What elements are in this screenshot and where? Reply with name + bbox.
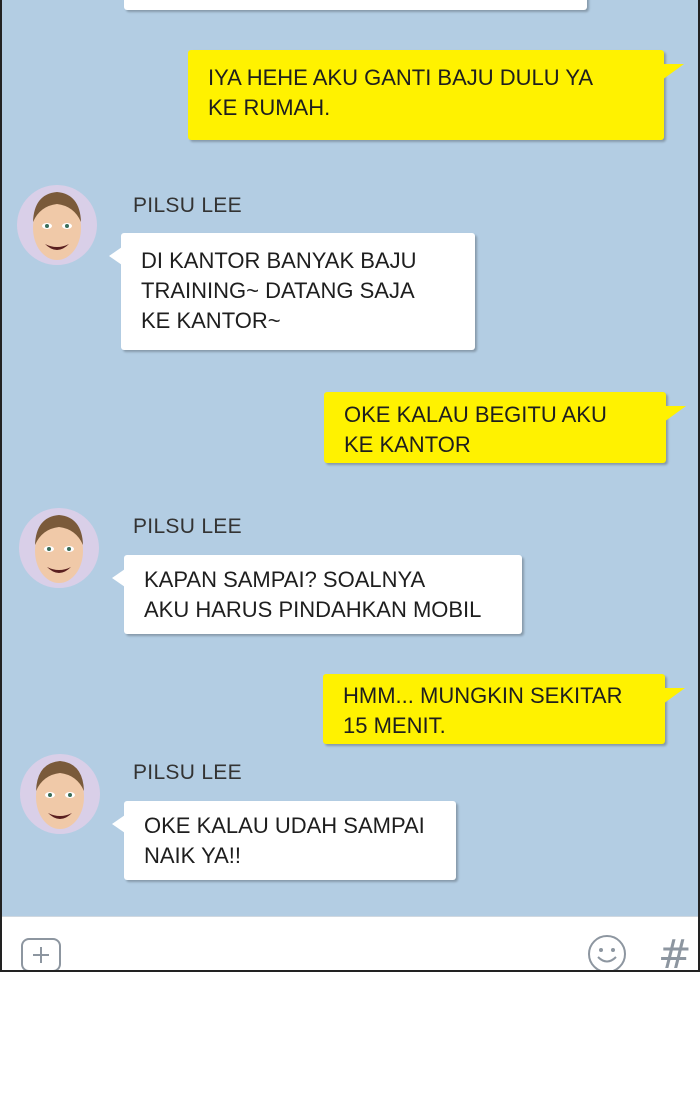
incoming-message[interactable]: OKE KALAU UDAH SAMPAI NAIK YA!! [112,801,456,880]
outgoing-message[interactable]: HMM... MUNGKIN SEKITAR 15 MENIT. [323,674,685,744]
message-line: DI KANTOR BANYAK BAJU [141,248,417,273]
plus-square-icon[interactable] [20,937,62,972]
message-line: AKU HARUS PINDAHKAN MOBIL [144,597,482,622]
sender-name: PILSU LEE [133,761,242,784]
incoming-message[interactable]: DI KANTOR BANYAK BAJU TRAINING~ DATANG S… [109,233,475,350]
previous-message-bubble [124,0,587,10]
message-line: NAIK YA!! [144,843,242,868]
avatar-pilsu-lee[interactable] [18,507,100,589]
outgoing-message[interactable]: OKE KALAU BEGITU AKU KE KANTOR [324,392,686,463]
message-line: IYA HEHE AKU GANTI BAJU DULU YA [208,65,594,90]
message-line: KE KANTOR~ [141,308,281,333]
message-line: OKE KALAU BEGITU AKU [344,402,607,427]
chat-screen: IYA HEHE AKU GANTI BAJU DULU YA KE RUMAH… [0,0,700,972]
message-line: HMM... MUNGKIN SEKITAR [343,683,623,708]
outgoing-message[interactable]: IYA HEHE AKU GANTI BAJU DULU YA KE RUMAH… [188,50,684,140]
message-line: KE RUMAH. [208,95,331,120]
message-line: KAPAN SAMPAI? SOALNYA [144,567,426,592]
incoming-message[interactable]: KAPAN SAMPAI? SOALNYA AKU HARUS PINDAHKA… [112,555,522,634]
avatar-pilsu-lee[interactable] [16,184,98,266]
avatar-pilsu-lee[interactable] [19,753,101,835]
message-input-bar[interactable]: # [2,916,698,972]
message-line: TRAINING~ DATANG SAJA [141,278,415,303]
sender-name: PILSU LEE [133,194,242,217]
message-line: KE KANTOR [344,432,471,457]
smiley-icon[interactable] [586,935,628,972]
message-line: 15 MENIT. [343,713,446,738]
message-line: OKE KALAU UDAH SAMPAI [144,813,425,838]
hashtag-icon[interactable]: # [658,935,692,970]
sender-name: PILSU LEE [133,515,242,538]
